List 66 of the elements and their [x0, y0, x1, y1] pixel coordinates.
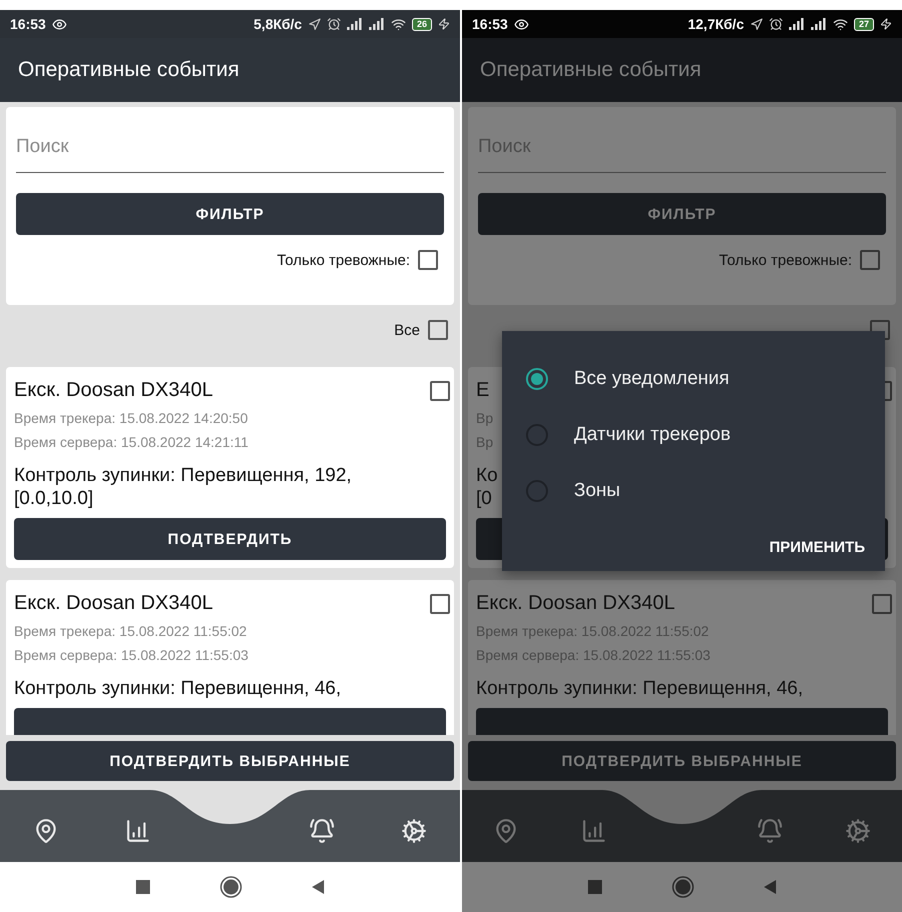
chart-icon[interactable]	[581, 818, 607, 844]
confirm-selected-button[interactable]: ПОДТВЕРДИТЬ ВЫБРАННЫЕ	[6, 741, 454, 781]
gears-icon[interactable]	[845, 818, 871, 844]
chart-icon[interactable]	[125, 818, 151, 844]
screen-title: Оперативные события	[18, 58, 240, 82]
back-icon[interactable]	[764, 880, 776, 894]
alarm-only-label: Только тревожные:	[719, 252, 852, 268]
home-icon[interactable]	[672, 876, 694, 898]
bell-ringing-icon[interactable]	[757, 818, 783, 844]
tracker-time: Время трекера: 15.08.2022 14:20:50	[14, 410, 248, 426]
gears-icon[interactable]	[401, 818, 427, 844]
event-checkbox[interactable]	[430, 380, 450, 400]
screen-title: Оперативные события	[480, 58, 702, 82]
event-description: Контроль зупинки: Перевищення, 192,	[14, 464, 352, 487]
eye-icon	[514, 16, 529, 32]
alarm-only-checkbox[interactable]	[418, 250, 438, 270]
home-icon[interactable]	[220, 876, 242, 898]
event-description: Контроль зупинки: Перевищення, 46,	[476, 677, 803, 700]
event-description: [0.0,10.0]	[14, 487, 94, 510]
signal-icon	[368, 18, 385, 30]
status-time: 16:53	[10, 16, 46, 32]
location-arrow-icon	[308, 18, 321, 30]
signal-icon	[346, 18, 363, 30]
eye-icon	[52, 16, 67, 32]
event-title: Екск. Doosan DX340L	[14, 592, 213, 615]
alarm-only-label: Только тревожные:	[277, 252, 410, 268]
event-title: Екск. Doosan DX340L	[476, 592, 675, 615]
location-arrow-icon	[750, 18, 763, 30]
bell-ringing-icon[interactable]	[309, 818, 335, 844]
alarm-clock-icon	[768, 17, 783, 31]
alarm-only-checkbox[interactable]	[860, 250, 880, 270]
battery-level: 27	[854, 18, 874, 30]
filter-button[interactable]: ФИЛЬТР	[16, 193, 444, 235]
back-icon[interactable]	[312, 880, 324, 894]
confirm-button[interactable]: ПОДТВЕРДИТЬ	[14, 518, 446, 560]
select-all-checkbox[interactable]	[428, 320, 448, 340]
event-checkbox[interactable]	[430, 594, 450, 614]
event-description: Ко	[476, 464, 498, 487]
event-title: Екск. Doosan DX340L	[14, 379, 213, 402]
charging-icon	[438, 18, 450, 30]
radio-button[interactable]	[526, 368, 548, 390]
server-time: Время сервера: 15.08.2022 14:21:11	[14, 434, 248, 450]
signal-icon	[810, 18, 827, 30]
confirm-selected-button[interactable]: ПОДТВЕРДИТЬ ВЫБРАННЫЕ	[468, 741, 896, 781]
event-title: Е	[476, 379, 490, 402]
event-description: [0	[476, 487, 492, 510]
alarm-clock-icon	[326, 17, 341, 31]
apply-button[interactable]: ПРИМЕНИТЬ	[769, 533, 865, 562]
wifi-icon	[832, 16, 848, 32]
status-time: 16:53	[472, 16, 508, 32]
event-description: Контроль зупинки: Перевищення, 46,	[14, 677, 341, 700]
wifi-icon	[390, 16, 406, 32]
tracker-time: Время трекера: 15.08.2022 11:55:02	[14, 623, 247, 639]
signal-icon	[788, 18, 805, 30]
select-all-label: Все	[394, 322, 420, 338]
battery-level: 26	[412, 18, 432, 30]
network-speed: 12,7Кб/с	[688, 16, 744, 32]
search-input[interactable]: Поиск	[16, 136, 444, 158]
filter-button[interactable]: ФИЛЬТР	[478, 193, 886, 235]
event-checkbox[interactable]	[872, 594, 892, 614]
server-time: Время сервера: 15.08.2022 11:55:03	[14, 647, 248, 663]
charging-icon	[880, 18, 892, 30]
network-speed: 5,8Кб/с	[254, 16, 302, 32]
option-label[interactable]: Датчики трекеров	[574, 424, 731, 446]
option-label[interactable]: Все уведомления	[574, 368, 730, 390]
option-label[interactable]: Зоны	[574, 480, 620, 502]
